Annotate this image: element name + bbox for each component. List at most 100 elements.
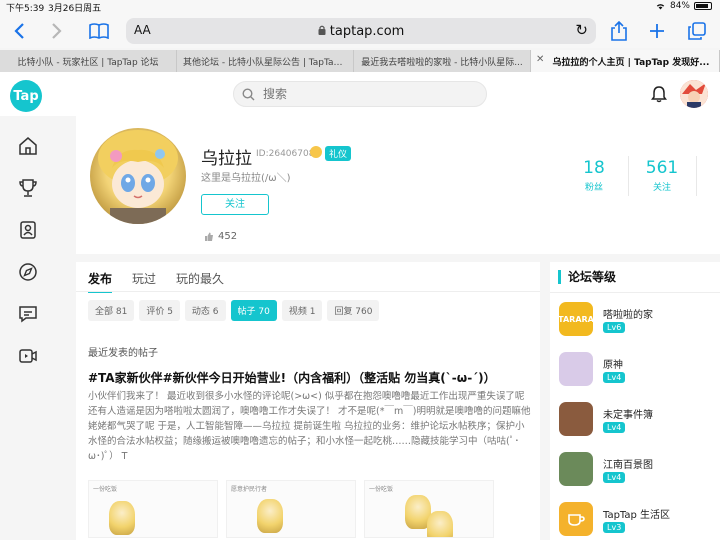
forum-icon: TARARA (559, 302, 593, 336)
forum-name: 江南百景图 (603, 460, 653, 471)
forum-name: 嗒啦啦的家 (603, 310, 653, 321)
messages-icon[interactable] (18, 304, 38, 324)
share-icon[interactable] (606, 18, 632, 44)
following-stat[interactable]: 561 关注 (632, 158, 692, 193)
thumbnail-meta: 一份吃饭 (93, 486, 118, 493)
battery-icon (694, 2, 712, 10)
profile-name: 乌拉拉 (201, 149, 252, 169)
status-bar: 下午5:39 3月26日周五 84% (0, 0, 720, 14)
forum-level: Lv4 (603, 422, 626, 433)
trophy-icon[interactable] (18, 178, 38, 198)
forum-icon (559, 502, 593, 536)
followers-count: 18 (583, 158, 605, 178)
search-box[interactable] (233, 81, 487, 107)
coffee-cup-icon (568, 514, 585, 526)
text-size-button[interactable]: AA (134, 23, 151, 37)
browser-tab[interactable]: 最近我去嗒啦啦的家啦 - 比特小队星际... (354, 50, 531, 72)
search-icon (242, 87, 255, 100)
post-thumbnails: 一份吃饭 愿意护民行者 一份吃饭 (88, 480, 494, 538)
chip-videos[interactable]: 视频 1 (281, 300, 323, 321)
status-time: 下午5:39 (6, 4, 45, 14)
forum-name: 原神 (603, 360, 623, 371)
forum-name: TapTap 生活区 (603, 510, 671, 521)
forum-item[interactable]: 原神 Lv4 (559, 352, 719, 392)
url-domain-text: taptap.com (329, 23, 405, 39)
tabs-overview-icon[interactable] (684, 18, 710, 44)
profile-card-icon[interactable] (18, 220, 38, 240)
filter-chips: 全部 81 评价 5 动态 6 帖子 70 视频 1 回复 760 (88, 300, 380, 321)
section-label: 最近发表的帖子 (88, 348, 158, 359)
url-domain: taptap.com (126, 24, 596, 39)
divider (550, 292, 720, 293)
post-title[interactable]: #TA家新伙伴#新伙伴今日开始营业!（内含福利）（整活贴 勿当真(`-ω-´)） (88, 369, 496, 386)
post-body[interactable]: 小伙伴们我来了！ 最近收到很多小水怪的评论呢(>ω<) 似乎都在抱怨噢噜噜最近工… (88, 389, 534, 465)
follow-button[interactable]: 关注 (201, 194, 269, 215)
forum-level-panel: 论坛等级 TARARA 嗒啦啦的家 Lv6 原神 Lv4 未定事件簿 Lv4 江… (550, 262, 720, 540)
left-nav-rail (0, 116, 56, 540)
battery-percent: 84% (669, 1, 690, 11)
home-icon[interactable] (18, 136, 38, 156)
thumbnail-meta: 一份吃饭 (369, 486, 394, 493)
badge-emoji-icon (310, 146, 322, 158)
discover-icon[interactable] (18, 262, 38, 282)
chip-replies[interactable]: 回复 760 (327, 300, 380, 321)
bookmarks-icon[interactable] (86, 18, 112, 44)
likes-count: 452 (204, 231, 237, 242)
profile-avatar (90, 128, 186, 224)
user-avatar[interactable] (680, 80, 708, 108)
new-tab-icon[interactable] (644, 18, 670, 44)
tab-most-played[interactable]: 玩的最久 (176, 270, 224, 293)
chip-reviews[interactable]: 评价 5 (139, 300, 180, 321)
character-image (257, 499, 283, 533)
browser-tab[interactable]: 其他论坛 - 比特小队星际公告 | TapTap... (177, 50, 354, 72)
following-count: 561 (645, 158, 679, 178)
followers-stat[interactable]: 18 粉丝 (564, 158, 624, 193)
taptap-logo[interactable]: Tap (10, 80, 42, 112)
tab-published[interactable]: 发布 (88, 270, 113, 293)
chip-moments[interactable]: 动态 6 (184, 300, 226, 321)
thumbnail-meta: 愿意护民行者 (231, 486, 268, 493)
post-thumbnail[interactable]: 愿意护民行者 (226, 480, 356, 538)
content-tabs: 发布 玩过 玩的最久 (88, 270, 224, 293)
forum-level: Lv3 (603, 522, 626, 533)
tab-played[interactable]: 玩过 (132, 270, 156, 293)
status-date: 3月26日周五 (48, 4, 102, 14)
likes-count-text: 452 (218, 231, 238, 242)
browser-toolbar: AA taptap.com ↻ (0, 14, 720, 48)
reload-icon[interactable]: ↻ (575, 21, 588, 39)
wifi-icon (656, 4, 665, 10)
browser-tab[interactable]: 比特小队 - 玩家社区 | TapTap 论坛 (0, 50, 177, 72)
forum-level: Lv4 (603, 372, 626, 383)
browser-tab-active[interactable]: ✕ 乌拉拉的个人主页 | TapTap 发现好... (531, 50, 720, 72)
character-image (427, 511, 453, 537)
address-bar[interactable]: AA taptap.com ↻ (126, 18, 596, 44)
main-content: 发布 玩过 玩的最久 全部 81 评价 5 动态 6 帖子 70 视频 1 回复… (76, 262, 540, 540)
profile-id: ID:26406708 (256, 149, 315, 159)
panel-title: 论坛等级 (558, 270, 616, 284)
forum-item[interactable]: 未定事件簿 Lv4 (559, 402, 719, 442)
search-input[interactable] (263, 87, 463, 101)
close-tab-icon[interactable]: ✕ (536, 54, 544, 65)
back-icon[interactable] (6, 18, 32, 44)
forum-item[interactable]: 江南百景图 Lv4 (559, 452, 719, 492)
lock-icon (318, 25, 326, 35)
forum-level: Lv4 (603, 472, 626, 483)
thumbs-up-icon (205, 232, 213, 241)
forum-icon (559, 452, 593, 486)
video-icon[interactable] (18, 346, 38, 366)
forward-icon[interactable] (44, 18, 70, 44)
site-header: Tap (0, 72, 720, 116)
bell-icon[interactable] (650, 85, 668, 103)
stat-divider (628, 156, 629, 196)
forum-item[interactable]: TARARA 嗒啦啦的家 Lv6 (559, 302, 719, 342)
forum-name: 未定事件簿 (603, 410, 653, 421)
forum-icon (559, 352, 593, 386)
followers-label: 粉丝 (584, 183, 603, 193)
browser-tab-active-title: 乌拉拉的个人主页 | TapTap 发现好... (552, 58, 710, 68)
post-thumbnail[interactable]: 一份吃饭 (88, 480, 218, 538)
chip-posts[interactable]: 帖子 70 (230, 300, 277, 321)
post-thumbnail[interactable]: 一份吃饭 (364, 480, 494, 538)
stat-divider (696, 156, 697, 196)
chip-all[interactable]: 全部 81 (88, 300, 135, 321)
forum-item[interactable]: TapTap 生活区 Lv3 (559, 502, 719, 540)
